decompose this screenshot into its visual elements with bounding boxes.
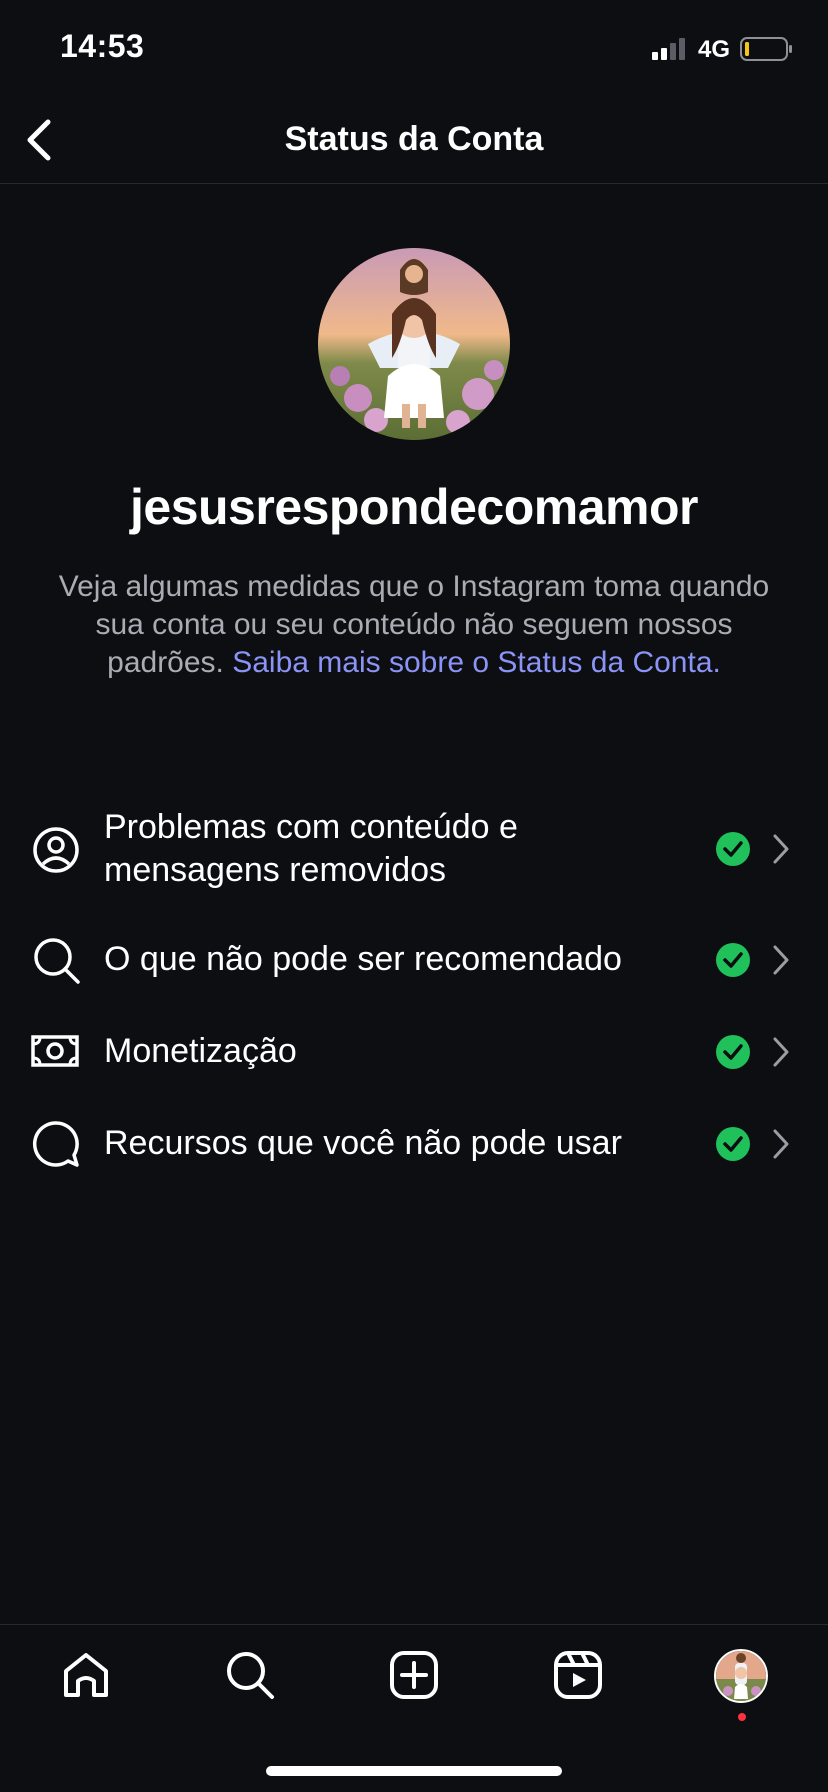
profile-tab-avatar[interactable] <box>714 1649 768 1703</box>
learn-more-link[interactable]: Saiba mais sobre o Status da Conta. <box>232 646 721 679</box>
list-item-monetization[interactable]: Monetização <box>0 1016 828 1088</box>
battery-icon <box>740 37 792 61</box>
page-title: Status da Conta <box>284 120 544 158</box>
profile-avatar <box>318 248 510 440</box>
home-indicator <box>266 1766 562 1776</box>
check-circle-icon <box>716 943 750 977</box>
search-icon <box>34 938 80 984</box>
banknote-icon <box>31 1035 79 1067</box>
home-icon[interactable] <box>58 1647 114 1703</box>
check-circle-icon <box>716 1035 750 1069</box>
list-item-restricted-features[interactable]: Recursos que você não pode usar <box>0 1108 828 1180</box>
username: jesusrespondecomamor <box>130 479 698 535</box>
chevron-right-icon <box>773 945 789 975</box>
search-icon[interactable] <box>222 1647 278 1703</box>
network-type: 4G <box>698 36 731 63</box>
list-item-label: Recursos que você não pode usar <box>104 1124 622 1162</box>
user-circle-icon <box>33 827 79 873</box>
notification-dot <box>738 1713 746 1721</box>
list-item-removed-content[interactable]: Problemas com conteúdo e mensagens remov… <box>0 802 828 898</box>
chevron-right-icon <box>773 1037 789 1067</box>
list-item-label: Problemas com conteúdo e mensagens remov… <box>104 808 518 889</box>
header: Status da Conta <box>0 100 828 184</box>
chevron-right-icon <box>773 834 789 864</box>
status-bar: 14:53 4G <box>0 0 828 100</box>
chat-bubble-icon <box>32 1121 79 1167</box>
check-circle-icon <box>716 832 750 866</box>
account-status-description: Veja algumas medidas que o Instagram tom… <box>54 568 774 682</box>
signal-icon <box>652 38 685 60</box>
list-item-label: O que não pode ser recomendado <box>104 940 622 978</box>
check-circle-icon <box>716 1127 750 1161</box>
chevron-right-icon <box>773 1129 789 1159</box>
list-item-not-recommended[interactable]: O que não pode ser recomendado <box>0 924 828 996</box>
list-item-label: Monetização <box>104 1032 297 1070</box>
create-icon[interactable] <box>386 1647 442 1703</box>
status-time: 14:53 <box>60 28 145 64</box>
reels-icon[interactable] <box>550 1647 606 1703</box>
